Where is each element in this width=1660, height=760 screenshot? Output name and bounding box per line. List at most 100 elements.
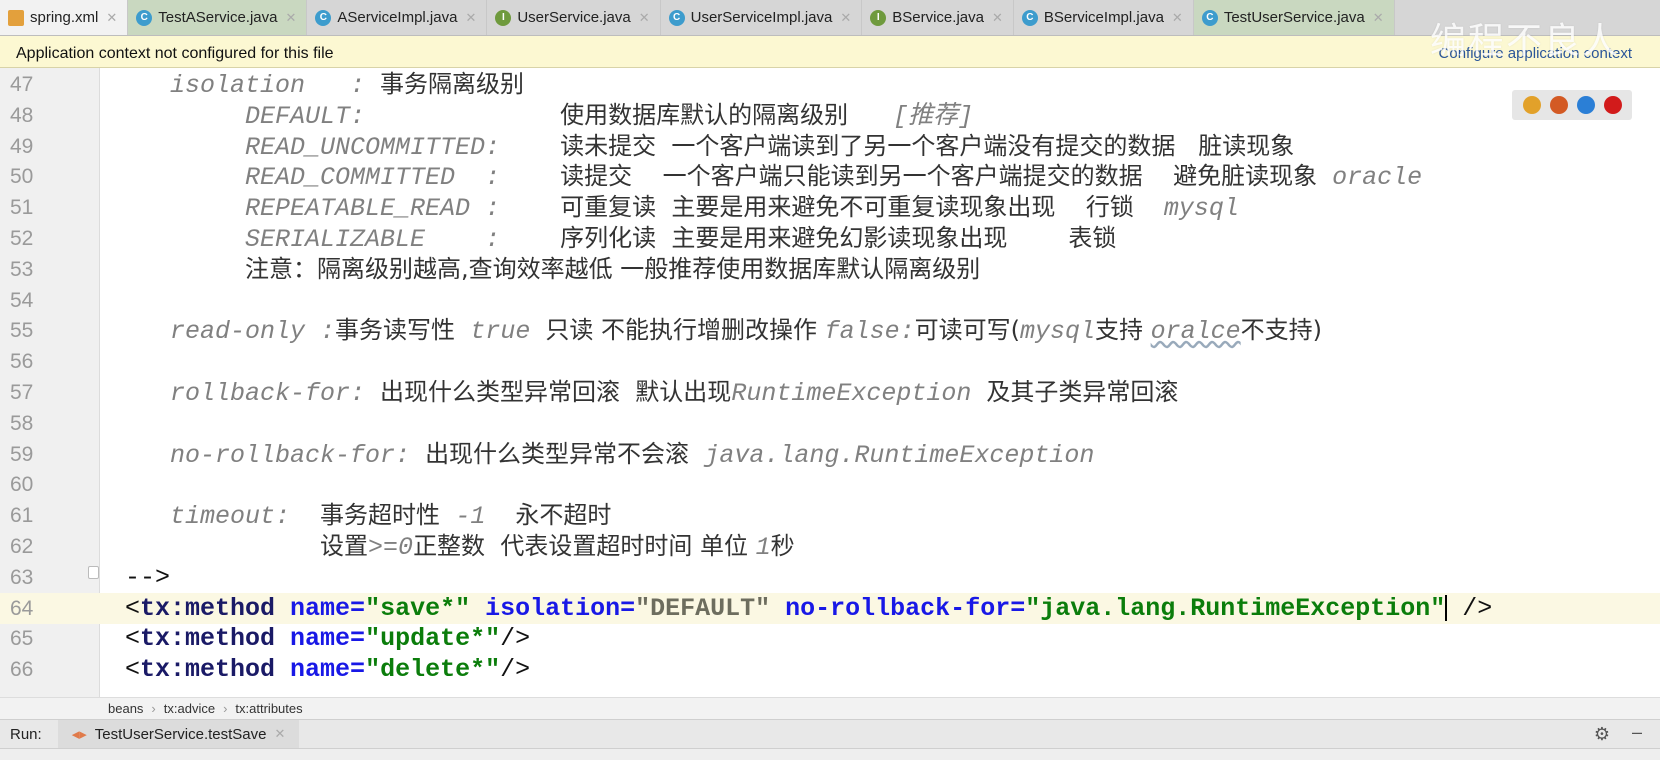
code-token: isolation= [470, 593, 636, 623]
tab-testuserservice-java[interactable]: C TestUserService.java ✕ [1193, 0, 1395, 35]
tab-userserviceimpl-java[interactable]: C UserServiceImpl.java ✕ [661, 0, 863, 35]
tab-label: AServiceImpl.java [337, 9, 458, 26]
class-icon: C [1021, 9, 1038, 26]
run-tab-label: TestUserService.testSave [94, 725, 267, 743]
code-text: 注意：隔离级别越高,查询效率越低 一般推荐使用数据库默认隔离级别 [125, 254, 980, 286]
code-token: oracle [1317, 163, 1423, 193]
code-text: <tx:method name="save*" isolation="DEFAU… [125, 593, 1492, 624]
breadcrumb-item[interactable]: tx:advice [164, 701, 215, 716]
code-token: < [125, 624, 141, 654]
editor-tab-bar: spring.xml ✕ C TestAService.java ✕ C AServiceI… [0, 0, 1660, 36]
code-token: READ_UNCOMMITTED: [125, 132, 561, 162]
tab-bserviceimpl-java[interactable]: C BServiceImpl.java ✕ [1014, 0, 1194, 35]
line-number: 62 [10, 535, 34, 558]
breadcrumb-item[interactable]: tx:attributes [235, 701, 302, 716]
chrome-icon[interactable] [1522, 96, 1541, 114]
close-icon[interactable]: ✕ [992, 10, 1003, 26]
code-token: 注意：隔离级别越高,查询效率越低 一般推荐使用数据库默认隔离级别 [245, 254, 981, 283]
code-text: DEFAULT: 使用数据库默认的隔离级别 [推荐] [125, 100, 973, 132]
banner-message: Application context not configured for t… [16, 45, 334, 62]
close-icon[interactable]: ✕ [840, 10, 851, 26]
code-token: read-only : [125, 317, 336, 347]
code-text: 设置>=0正整数 代表设置超时时间 单位 1秒 [125, 531, 795, 563]
class-icon: C [1201, 9, 1218, 26]
run-label: Run: [10, 725, 42, 743]
close-icon[interactable]: ✕ [1373, 10, 1384, 26]
line-number: 64 [10, 596, 34, 620]
code-token: 可重复读 主要是用来避免不可重复读现象出现 行锁 [560, 193, 1134, 222]
tab-userservice-java[interactable]: I UserService.java ✕ [487, 0, 661, 35]
line-number: 63 [10, 565, 34, 589]
line-number: 60 [10, 473, 34, 497]
breadcrumb-item[interactable]: beans [108, 701, 143, 716]
run-toolbar: Run: ◂▸ TestUserService.testSave ✕ ⚙ – [0, 719, 1660, 749]
line-number: 66 [10, 658, 34, 682]
line-number: 58 [10, 411, 34, 435]
opera-icon[interactable] [1603, 96, 1622, 114]
line-number: 50 [10, 165, 34, 189]
code-token: SERIALIZABLE : [125, 225, 561, 254]
code-token: mysql [1019, 317, 1095, 347]
line-number: 54 [10, 288, 34, 312]
code-token: 秒 [770, 532, 795, 560]
minimize-icon[interactable]: – [1632, 722, 1642, 743]
firefox-icon[interactable] [1549, 96, 1568, 114]
code-text: REPEATABLE_READ : 可重复读 主要是用来避免不可重复读现象出现 … [125, 192, 1239, 224]
safari-icon[interactable] [1576, 96, 1595, 114]
close-icon[interactable]: ✕ [274, 726, 285, 742]
code-text: <tx:method name="delete*"/> [125, 654, 530, 685]
close-icon[interactable]: ✕ [639, 10, 650, 26]
tab-aserviceimpl-java[interactable]: C AServiceImpl.java ✕ [307, 0, 488, 35]
code-token: >=0 [368, 533, 414, 562]
close-icon[interactable]: ✕ [285, 10, 296, 26]
code-token: 出现什么类型异常回滚 默认出现 [380, 378, 732, 406]
code-token: rollback-for: [125, 379, 381, 408]
code-text: read-only :事务读写性 true 只读 不能执行增删改操作 false… [125, 315, 1322, 347]
code-line: 53 注意：隔离级别越高,查询效率越低 一般推荐使用数据库默认隔离级别 [0, 254, 1660, 285]
code-token: "update*" [365, 624, 501, 654]
configure-context-link[interactable]: Configure application context [1439, 45, 1632, 62]
code-token: true [470, 317, 546, 347]
notification-banner: Application context not configured for t… [0, 36, 1660, 68]
chevron-right-icon: › [151, 701, 156, 716]
code-token: 只读 不能执行增删改操作 [545, 316, 825, 345]
code-token: 事务读写性 [335, 316, 471, 345]
close-icon[interactable]: ✕ [1172, 10, 1183, 26]
code-line: 59 no-rollback-for: 出现什么类型异常不会滚 java.lan… [0, 439, 1660, 470]
gear-icon[interactable]: ⚙ [1594, 724, 1610, 745]
class-icon: C [315, 9, 332, 26]
code-token: < [125, 593, 141, 623]
code-text: isolation : 事务隔离级别 [125, 69, 524, 101]
code-line: 66 <tx:method name="delete*"/> [0, 654, 1660, 685]
tab-bservice-java[interactable]: I BService.java ✕ [862, 0, 1014, 35]
code-token: java.lang.RuntimeException [704, 440, 1095, 470]
code-line: 47 isolation : 事务隔离级别 [0, 69, 1660, 100]
code-token: 正整数 代表设置超时时间 单位 [413, 532, 756, 560]
close-icon[interactable]: ✕ [465, 10, 476, 26]
code-token: RuntimeException [731, 379, 987, 408]
code-line: 63 --> [0, 562, 1660, 593]
code-token: "save*" [365, 593, 471, 623]
code-line: 54 [0, 285, 1660, 316]
code-token: 出现什么类型异常不会滚 [425, 439, 705, 468]
code-token: false: [824, 317, 915, 347]
code-text: SERIALIZABLE : 序列化读 主要是用来避免幻影读现象出现 表锁 [125, 223, 1116, 255]
code-token: 1 [755, 533, 771, 562]
tab-spring-xml[interactable]: spring.xml ✕ [0, 0, 129, 35]
code-editor[interactable]: 4647 isolation : 事务隔离级别48 DEFAULT: 使用数据库… [0, 68, 1660, 697]
code-line: 65 <tx:method name="update*"/> [0, 623, 1660, 654]
code-token: 永不超时 [515, 501, 612, 530]
code-token: 序列化读 主要是用来避免幻影读现象出现 表锁 [560, 224, 1117, 252]
tab-testaservice-java[interactable]: C TestAService.java ✕ [128, 0, 308, 35]
close-icon[interactable]: ✕ [106, 10, 117, 26]
code-text: READ_COMMITTED : 读提交 一个客户端只能读到另一个客户端提交的数… [125, 161, 1422, 193]
fold-marker-icon[interactable] [88, 565, 99, 579]
breadcrumb: beans › tx:advice › tx:attributes [0, 697, 1660, 719]
run-tab[interactable]: ◂▸ TestUserService.testSave ✕ [57, 720, 300, 748]
code-token: 事务超时性 [320, 501, 456, 530]
line-number: 59 [10, 442, 34, 466]
tab-label: UserServiceImpl.java [690, 9, 833, 26]
code-token: name= [275, 624, 366, 654]
